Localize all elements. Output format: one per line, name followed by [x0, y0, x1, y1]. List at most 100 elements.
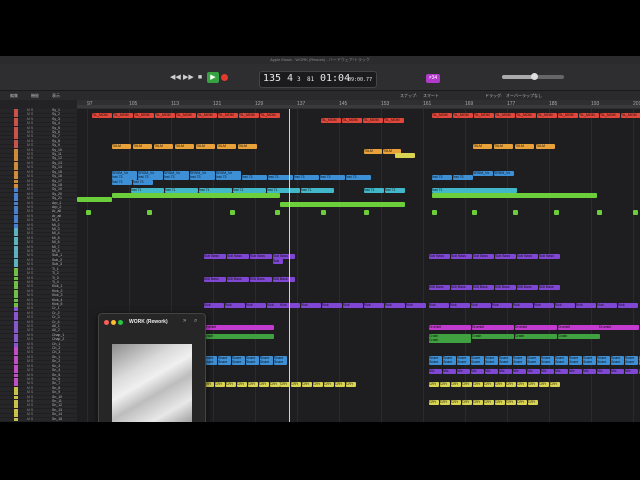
region[interactable] [432, 192, 597, 198]
region[interactable]: Drumkit [204, 325, 274, 330]
mute-solo-buttons[interactable]: M S [27, 403, 33, 407]
region[interactable]: 808 Bass [451, 285, 472, 291]
mute-solo-buttons[interactable]: M S [27, 364, 33, 368]
region[interactable]: Kick [576, 302, 596, 308]
region[interactable]: CRY [324, 382, 334, 388]
track-header[interactable]: M S Sn_15 [0, 417, 77, 422]
region[interactable]: Snare [232, 360, 245, 366]
region[interactable]: Crash [472, 333, 514, 339]
region[interactable]: Inst 73 [216, 175, 241, 181]
mute-solo-buttons[interactable]: M S [27, 262, 33, 266]
region[interactable]: Inst 71 [385, 188, 405, 194]
region[interactable]: Kick [492, 302, 512, 308]
region[interactable]: Kick [280, 302, 300, 308]
region[interactable]: Kick [597, 302, 617, 308]
region[interactable]: TIL_MOM [363, 117, 383, 123]
play-button[interactable]: ▶ [207, 72, 219, 83]
region[interactable]: 808 Bass [204, 276, 226, 282]
mute-solo-buttons[interactable]: M S [27, 130, 33, 134]
mute-solo-buttons[interactable]: M S [27, 209, 33, 213]
region[interactable] [472, 210, 477, 216]
region[interactable]: CRY [346, 382, 356, 388]
region[interactable]: Inst 73 [133, 179, 153, 185]
region[interactable]: Inst 73 [320, 175, 345, 181]
region[interactable]: Sub Bass [227, 254, 249, 260]
region[interactable] [280, 201, 405, 207]
mute-solo-buttons[interactable]: M S [27, 342, 33, 346]
region[interactable]: Snare [499, 360, 512, 366]
mute-solo-buttons[interactable]: M S [27, 165, 33, 169]
region[interactable]: CRY [550, 382, 560, 388]
function-menu[interactable]: 機能 [31, 93, 39, 99]
region[interactable]: Mix [555, 369, 568, 375]
region[interactable] [147, 210, 152, 216]
region[interactable]: CRY [313, 382, 323, 388]
drag-select[interactable]: オーバーラップなし [506, 93, 542, 99]
region[interactable]: SRSM_Vo [473, 170, 493, 176]
mute-solo-buttons[interactable]: M S [27, 412, 33, 416]
region[interactable] [77, 197, 112, 203]
mute-solo-buttons[interactable]: M S [27, 174, 33, 178]
region[interactable]: TIILM [473, 144, 492, 150]
stop-button[interactable]: ■ [196, 72, 204, 83]
region[interactable]: CRY [517, 399, 527, 405]
record-button[interactable] [221, 74, 228, 81]
region[interactable] [513, 210, 518, 216]
mute-solo-buttons[interactable]: M S [27, 381, 33, 385]
region[interactable]: Snare [471, 360, 484, 366]
region[interactable]: Snare [597, 360, 610, 366]
region[interactable]: Snare [246, 360, 259, 366]
region[interactable]: Snare [527, 360, 540, 366]
region[interactable]: Inst 73 [294, 175, 319, 181]
region[interactable]: Kick [364, 302, 384, 308]
region[interactable]: Snare [429, 360, 442, 366]
region[interactable]: Kick [406, 302, 426, 308]
region[interactable]: Sub Bass [250, 254, 272, 260]
region[interactable]: 808 Bass [473, 285, 494, 291]
region[interactable]: Snare [274, 360, 287, 366]
mute-solo-buttons[interactable]: M S [27, 293, 33, 297]
region[interactable] [86, 210, 91, 216]
mute-solo-buttons[interactable]: M S [27, 258, 33, 262]
mute-solo-buttons[interactable]: M S [27, 112, 33, 116]
mute-solo-buttons[interactable]: M S [27, 298, 33, 302]
region[interactable]: Kick [555, 302, 575, 308]
region[interactable]: Kick [450, 302, 470, 308]
region[interactable]: CRY [440, 399, 450, 405]
region[interactable]: CRY [495, 399, 505, 405]
mute-solo-buttons[interactable]: M S [27, 245, 33, 249]
snap-select[interactable]: スマート [423, 93, 439, 99]
region[interactable]: Crash [429, 338, 471, 344]
mute-solo-buttons[interactable]: M S [27, 395, 33, 399]
region[interactable]: TIL_MOM [321, 117, 341, 123]
mute-solo-buttons[interactable]: M S [27, 289, 33, 293]
mute-solo-buttons[interactable]: M S [27, 350, 33, 354]
region[interactable] [112, 192, 280, 198]
region[interactable]: Kick [246, 302, 266, 308]
region[interactable]: Mix [597, 369, 610, 375]
region[interactable]: Drumkit [558, 325, 600, 330]
mute-solo-buttons[interactable]: M S [27, 214, 33, 218]
region[interactable]: Kick [513, 302, 533, 308]
mute-solo-buttons[interactable]: M S [27, 408, 33, 412]
region[interactable] [633, 210, 638, 216]
region[interactable]: TIL_MOM [260, 113, 280, 119]
region[interactable]: Inst 73 [432, 175, 452, 181]
region[interactable]: Sub [273, 258, 283, 264]
region[interactable]: Snare [555, 360, 568, 366]
region[interactable]: TIILM [536, 144, 555, 150]
mute-solo-buttons[interactable]: M S [27, 196, 33, 200]
region[interactable]: TIL_MOM [239, 113, 259, 119]
mute-solo-buttons[interactable]: M S [27, 170, 33, 174]
mute-solo-buttons[interactable]: M S [27, 302, 33, 306]
mute-solo-buttons[interactable]: M S [27, 240, 33, 244]
region[interactable]: Snare [513, 360, 526, 366]
region[interactable]: 808 Bass [250, 276, 272, 282]
region[interactable]: Inst 71 [301, 188, 334, 194]
mute-solo-buttons[interactable]: M S [27, 333, 33, 337]
region[interactable]: CRY [484, 382, 494, 388]
region[interactable]: Crash [515, 333, 557, 339]
zoom-icon[interactable] [118, 320, 123, 325]
mute-solo-buttons[interactable]: M S [27, 359, 33, 363]
region[interactable]: Crash [204, 333, 274, 339]
